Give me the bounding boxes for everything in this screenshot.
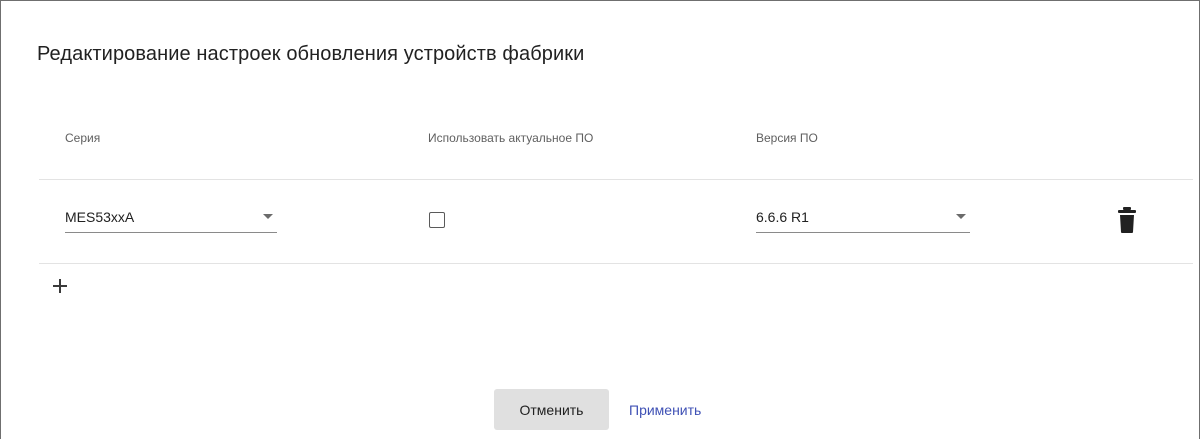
column-header-use-actual: Использовать актуальное ПО: [428, 131, 594, 145]
update-settings-dialog: Редактирование настроек обновления устро…: [0, 0, 1200, 439]
dialog-title: Редактирование настроек обновления устро…: [37, 43, 585, 65]
cancel-button[interactable]: Отменить: [494, 389, 609, 430]
series-select-value: MES53xxA: [65, 209, 135, 225]
use-actual-checkbox[interactable]: [429, 212, 445, 228]
trash-icon[interactable]: [1116, 206, 1138, 234]
column-header-series: Серия: [65, 131, 101, 145]
column-header-version: Версия ПО: [756, 131, 818, 145]
table-divider: [39, 179, 1193, 180]
series-select[interactable]: MES53xxA: [65, 204, 277, 233]
plus-icon[interactable]: [49, 275, 71, 297]
caret-down-icon: [956, 214, 966, 219]
caret-down-icon: [263, 214, 273, 219]
apply-button[interactable]: Применить: [619, 389, 711, 430]
table-divider: [39, 263, 1193, 264]
version-select[interactable]: 6.6.6 R1: [756, 204, 970, 233]
version-select-value: 6.6.6 R1: [756, 209, 809, 225]
